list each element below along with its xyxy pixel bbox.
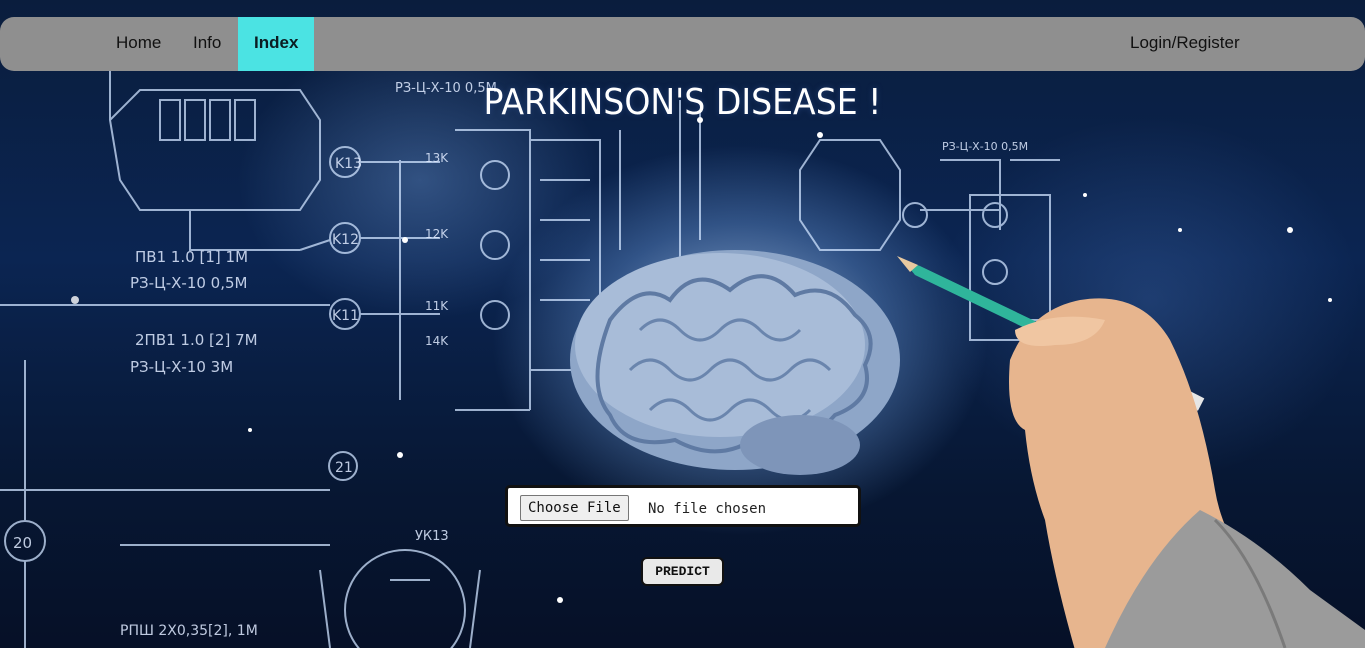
nav-link-info[interactable]: Info	[177, 17, 237, 71]
svg-text:ПВ1 1.0 [1] 1М: ПВ1 1.0 [1] 1М	[135, 248, 248, 266]
top-navbar: Home Info Index Login/Register	[0, 17, 1365, 71]
svg-text:РЗ-Ц-Х-10 0,5М: РЗ-Ц-Х-10 0,5М	[130, 274, 247, 292]
svg-text:УК13: УК13	[415, 529, 449, 544]
svg-text:РПШ 2Х0,35[2], 1М: РПШ 2Х0,35[2], 1М	[120, 623, 258, 639]
svg-text:K13: K13	[335, 156, 362, 172]
brain-illustration	[570, 250, 900, 475]
svg-text:РЗ-Ц-Х-10 3М: РЗ-Ц-Х-10 3М	[130, 358, 233, 376]
svg-text:K11: K11	[332, 308, 359, 324]
svg-text:20: 20	[13, 534, 32, 552]
svg-text:11K: 11K	[425, 299, 449, 313]
svg-text:12K: 12K	[425, 227, 449, 241]
file-status-text: No file chosen	[648, 501, 767, 517]
svg-text:K12: K12	[332, 232, 359, 248]
nav-link-home[interactable]: Home	[100, 17, 177, 71]
svg-text:РЗ-Ц-Х-10 0,5М: РЗ-Ц-Х-10 0,5М	[942, 140, 1028, 153]
svg-text:14K: 14K	[425, 334, 449, 348]
svg-text:2ПВ1 1.0 [2] 7М: 2ПВ1 1.0 [2] 7М	[135, 331, 258, 349]
choose-file-button[interactable]: Choose File	[520, 495, 629, 521]
file-upload-field[interactable]: Choose File No file chosen	[505, 485, 861, 527]
hand-illustration	[1009, 298, 1365, 648]
svg-text:21: 21	[335, 460, 353, 476]
page-title: PARKINSON'S DISEASE !	[483, 82, 882, 123]
nav-link-login-register[interactable]: Login/Register	[1114, 17, 1256, 71]
nav-link-index-active[interactable]: Index	[238, 17, 314, 71]
predict-button[interactable]: PREDICT	[641, 557, 724, 586]
svg-text:13K: 13K	[425, 151, 449, 165]
